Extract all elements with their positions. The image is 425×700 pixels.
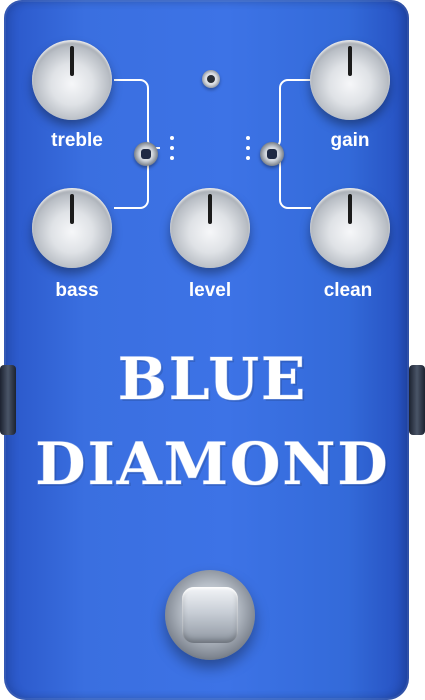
level-label: level [188, 280, 232, 301]
left-toggle-switch[interactable] [134, 142, 158, 166]
footswitch-button[interactable] [182, 587, 238, 643]
pedal-title-line-1: BLUE [117, 345, 308, 413]
gain-label: gain [330, 130, 370, 151]
pedal-title-line-2: DIAMOND [35, 430, 390, 498]
gain-knob[interactable] [310, 40, 390, 120]
status-led [202, 70, 220, 88]
treble-knob[interactable] [32, 40, 112, 120]
level-knob[interactable] [170, 188, 250, 268]
right-toggle-dots [246, 136, 254, 166]
bass-knob[interactable] [32, 188, 112, 268]
clean-knob[interactable] [310, 188, 390, 268]
clean-label: clean [323, 280, 373, 301]
bass-label: bass [55, 280, 99, 301]
left-toggle-dots [170, 136, 178, 166]
treble-label: treble [51, 130, 103, 151]
right-toggle-switch[interactable] [260, 142, 284, 166]
